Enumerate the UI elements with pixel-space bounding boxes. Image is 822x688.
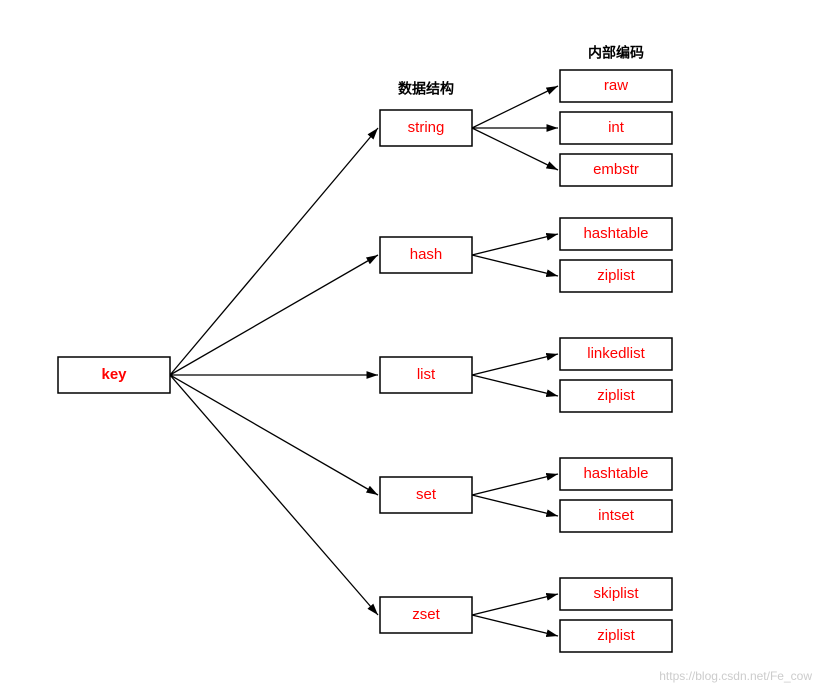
arrow-string-embstr [472, 128, 558, 170]
arrow-list-0 [472, 354, 558, 375]
arrow-zset-0 [472, 594, 558, 615]
arrow-list-1 [472, 375, 558, 396]
arrow-set-1 [472, 495, 558, 516]
int-label: int [608, 119, 625, 136]
arrow-key-zset [170, 375, 378, 615]
embstr-label: embstr [593, 161, 639, 178]
arrow-hash-1 [472, 255, 558, 276]
set-enc0-label: hashtable [583, 465, 648, 482]
arrow-set-0 [472, 474, 558, 495]
arrow-key-string [170, 128, 378, 375]
data-structure-header: 数据结构 [398, 81, 454, 97]
encoding-header: 内部编码 [588, 45, 644, 61]
string-label: string [408, 119, 445, 136]
zset-label: zset [412, 606, 440, 623]
arrow-key-hash [170, 255, 378, 375]
raw-label: raw [604, 77, 628, 94]
arrow-string-raw [472, 86, 558, 128]
key-label: key [101, 366, 127, 383]
arrow-hash-0 [472, 234, 558, 255]
arrow-zset-1 [472, 615, 558, 636]
list-enc0-label: linkedlist [587, 345, 645, 362]
hash-enc0-label: hashtable [583, 225, 648, 242]
set-enc1-label: intset [598, 507, 635, 524]
arrow-key-set [170, 375, 378, 495]
set-label: set [416, 486, 437, 503]
list-label: list [417, 366, 436, 383]
watermark: https://blog.csdn.net/Fe_cow [659, 669, 812, 683]
list-enc1-label: ziplist [597, 387, 635, 404]
zset-enc0-label: skiplist [593, 585, 639, 602]
zset-enc1-label: ziplist [597, 627, 635, 644]
hash-label: hash [410, 246, 443, 263]
hash-enc1-label: ziplist [597, 267, 635, 284]
